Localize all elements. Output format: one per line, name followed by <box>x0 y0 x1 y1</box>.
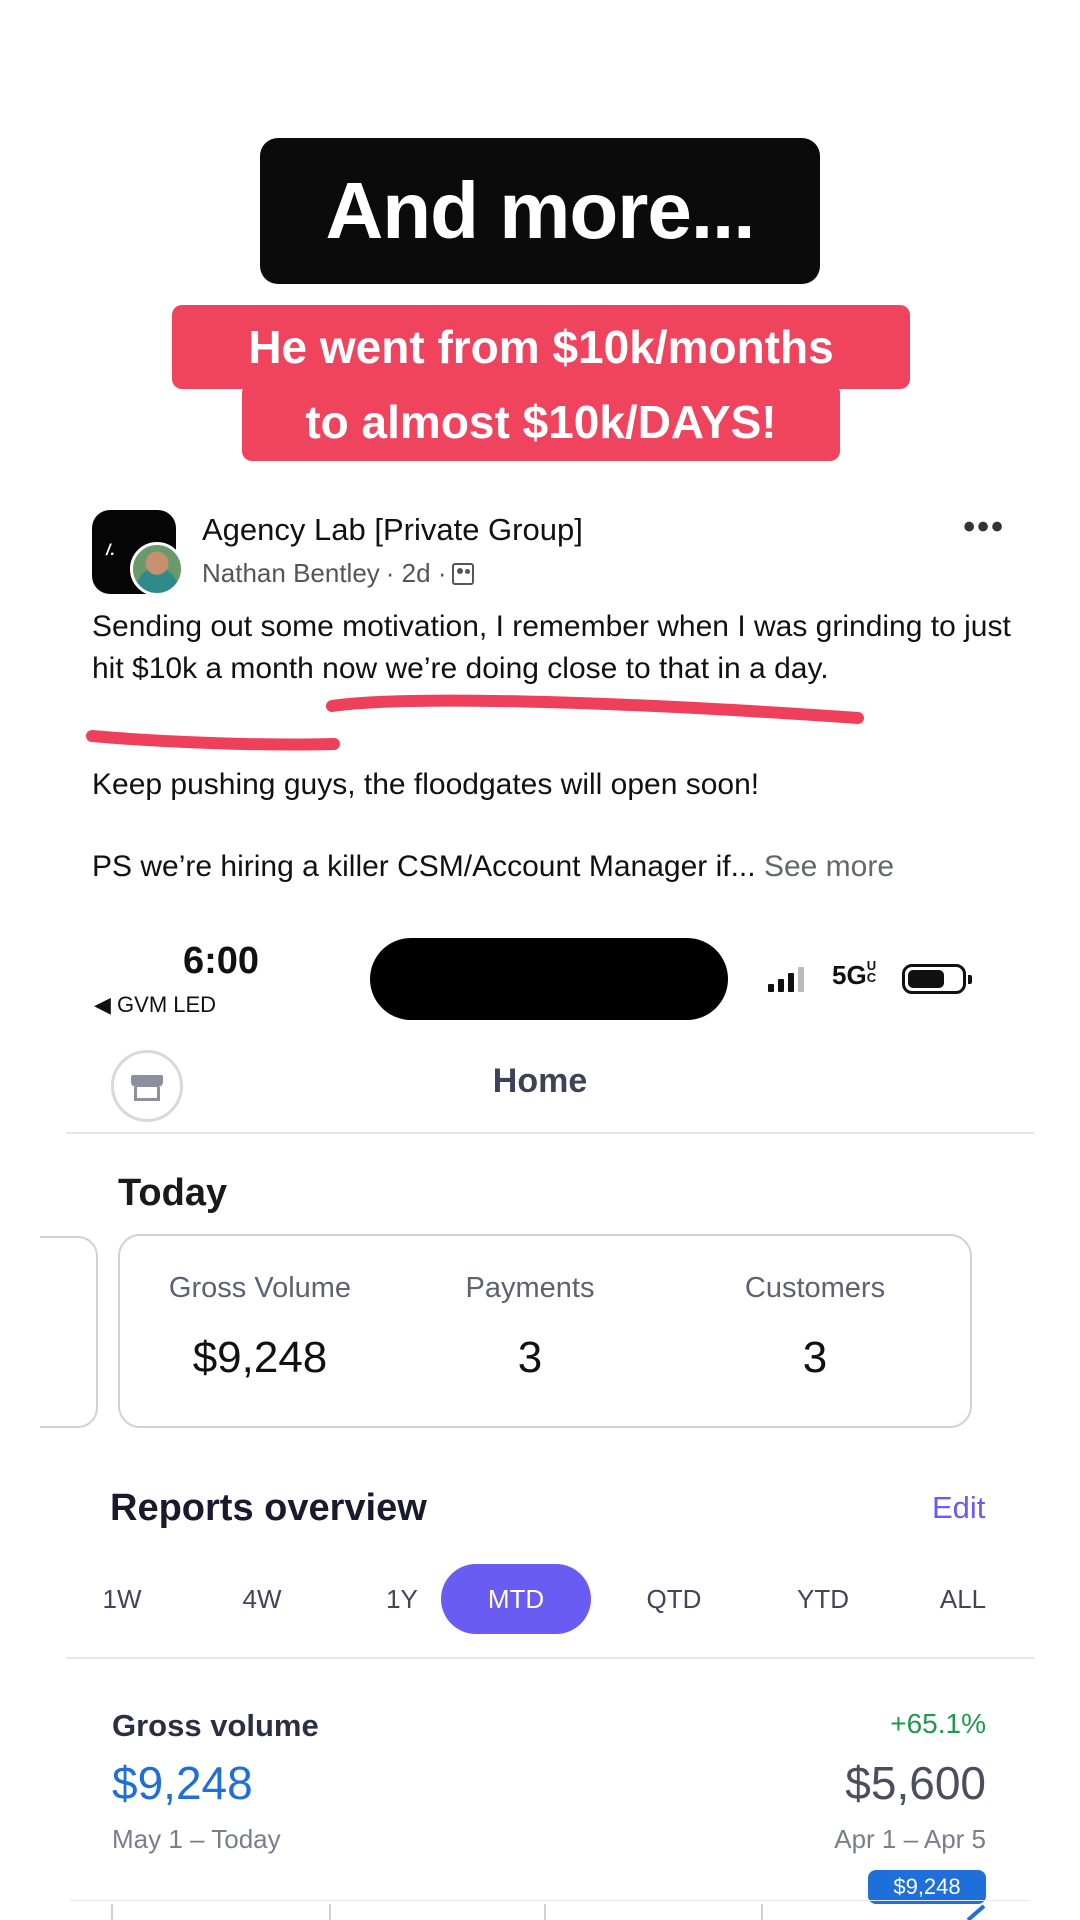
stat-value: 3 <box>802 1333 828 1382</box>
group-name[interactable]: Agency Lab [Private Group] <box>202 512 583 548</box>
previous-card-edge[interactable] <box>40 1236 98 1428</box>
gross-volume-change: +65.1% <box>890 1708 986 1739</box>
network-label: 5G <box>832 960 867 990</box>
gross-volume-range: May 1 – Today <box>112 1824 281 1854</box>
headline-text: And more... <box>325 166 755 255</box>
stat-customers: Customers 3 <box>700 1272 930 1383</box>
stat-value: $9,248 <box>192 1333 328 1382</box>
author-line: Nathan Bentley · 2d · <box>202 558 475 589</box>
period-tab-qtd[interactable]: QTD <box>629 1564 719 1634</box>
post-time[interactable]: · 2d · <box>386 558 447 589</box>
gross-volume-label: Gross volume <box>112 1708 319 1743</box>
period-tab-mtd[interactable]: MTD <box>441 1564 591 1634</box>
period-tab-all[interactable]: ALL <box>918 1564 1008 1634</box>
stat-label: Gross Volume <box>168 1272 352 1304</box>
dynamic-island <box>370 938 728 1020</box>
period-selector: 1W 4W 1Y MTD QTD YTD ALL <box>66 1564 1034 1634</box>
signal-icon <box>768 967 804 992</box>
status-time: 6:00 <box>183 940 260 982</box>
subline-text-2: to almost $10k/DAYS! <box>305 396 777 448</box>
previous-period-range: Apr 1 – Apr 5 <box>834 1824 986 1854</box>
network-indicator: 5GUC <box>832 958 877 991</box>
period-tab-ytd[interactable]: YTD <box>778 1564 868 1634</box>
post-paragraph-1: Sending out some motivation, I remember … <box>92 610 1011 685</box>
page-title: Home <box>492 1062 588 1100</box>
battery-icon <box>902 964 972 994</box>
period-tab-4w[interactable]: 4W <box>226 1564 298 1634</box>
headline-caption: And more... <box>260 138 820 284</box>
period-tab-1y[interactable]: 1Y <box>366 1564 438 1634</box>
subline-text-1: He went from $10k/months <box>248 321 834 373</box>
reports-divider <box>66 1657 1034 1659</box>
group-audience-icon <box>452 562 475 585</box>
today-heading: Today <box>118 1172 228 1214</box>
chart-tooltip: $9,248 <box>868 1870 986 1904</box>
stat-value: 3 <box>517 1333 543 1382</box>
network-suffix: UC <box>866 958 877 985</box>
more-options-icon[interactable]: ••• <box>963 508 1005 547</box>
stat-gross-volume: Gross Volume $9,248 <box>160 1272 360 1383</box>
stat-label: Customers <box>744 1272 886 1304</box>
stat-payments: Payments 3 <box>430 1272 630 1383</box>
reports-overview-heading: Reports overview <box>110 1487 427 1529</box>
author-avatar[interactable] <box>130 542 184 596</box>
see-more-link[interactable]: See more <box>764 850 894 883</box>
group-logo-mark: /. <box>106 542 115 559</box>
previous-period-value: $5,600 <box>845 1757 986 1809</box>
subline-caption-1: He went from $10k/months <box>172 305 910 389</box>
post-paragraph-2: Keep pushing guys, the floodgates will o… <box>92 768 760 801</box>
edit-button[interactable]: Edit <box>932 1490 985 1526</box>
today-stats-card[interactable]: Gross Volume $9,248 Payments 3 Customers… <box>118 1234 972 1428</box>
underline-stroke-1 <box>326 694 864 724</box>
period-tab-1w[interactable]: 1W <box>86 1564 158 1634</box>
stat-label: Payments <box>465 1272 595 1304</box>
back-to-app-link[interactable]: ◀ GVM LED <box>94 992 216 1018</box>
author-name[interactable]: Nathan Bentley <box>202 558 380 589</box>
header-divider <box>66 1132 1034 1134</box>
post-paragraph-3-text: PS we’re hiring a killer CSM/Account Man… <box>92 850 756 883</box>
underline-stroke-2 <box>86 730 340 751</box>
post-paragraph-3: PS we’re hiring a killer CSM/Account Man… <box>92 846 894 888</box>
gross-volume-value: $9,248 <box>112 1757 253 1809</box>
subline-caption-2: to almost $10k/DAYS! <box>242 383 840 461</box>
